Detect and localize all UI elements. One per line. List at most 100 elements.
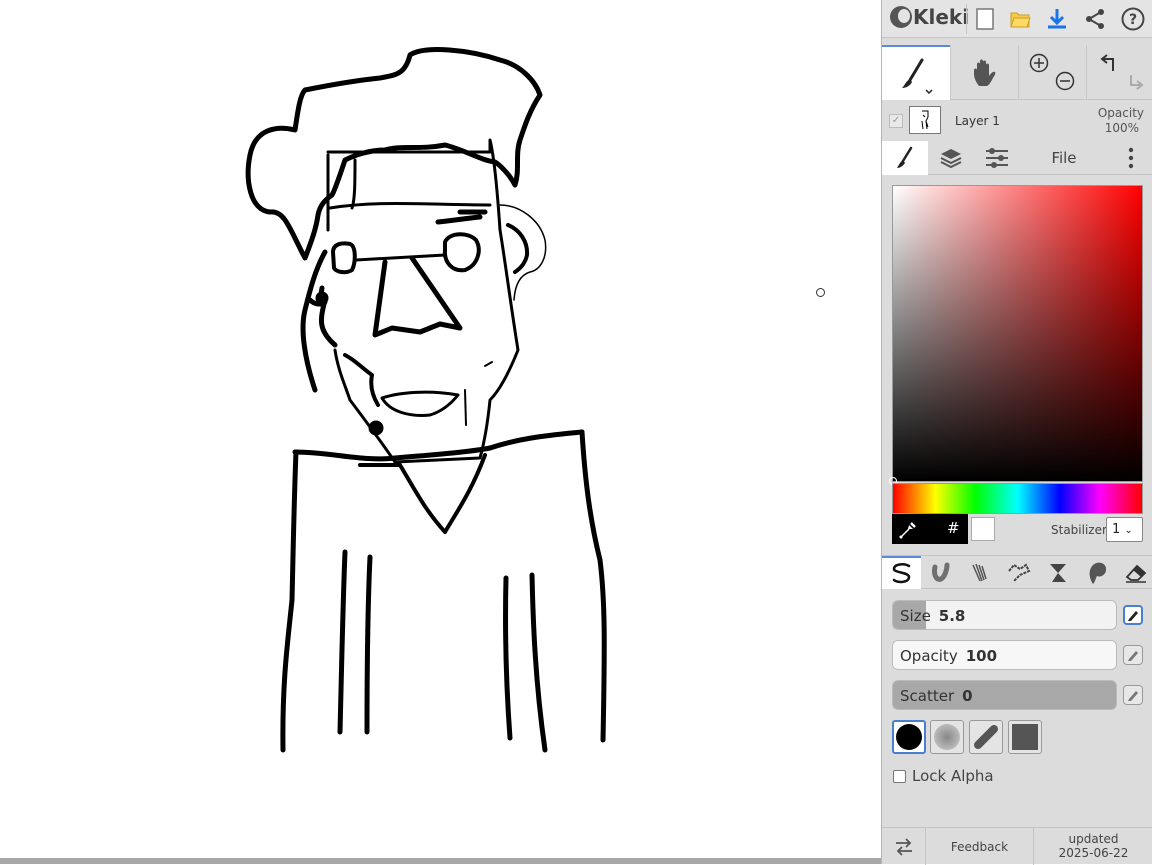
stabilizer-label: Stabilizer bbox=[1051, 523, 1107, 537]
blend-brush-button[interactable] bbox=[921, 556, 960, 589]
feedback-button[interactable]: Feedback bbox=[926, 828, 1034, 865]
scatter-slider[interactable]: Scatter 0 bbox=[892, 680, 1117, 710]
stabilizer-value: 1 bbox=[1112, 522, 1121, 537]
share-button[interactable] bbox=[1082, 6, 1108, 32]
zoom-in-icon[interactable] bbox=[1029, 53, 1049, 73]
stabilizer-select[interactable]: 1 ⌄ bbox=[1106, 517, 1143, 542]
eyedropper-icon[interactable] bbox=[898, 520, 918, 540]
tab-more[interactable] bbox=[1108, 141, 1152, 175]
sketchy-brush-button[interactable] bbox=[960, 556, 999, 589]
square-shape-button[interactable] bbox=[1008, 720, 1042, 754]
top-bar: Kleki ? bbox=[882, 0, 1152, 38]
new-image-button[interactable] bbox=[972, 6, 998, 32]
size-slider[interactable]: Size 5.8 bbox=[892, 600, 1117, 630]
layer-row[interactable]: ✓ Layer 1 Opacity 100% bbox=[882, 101, 1152, 141]
scatter-pressure-toggle[interactable] bbox=[1123, 685, 1143, 705]
open-image-button[interactable] bbox=[1007, 6, 1033, 32]
brush-icon bbox=[897, 146, 913, 168]
updated-info[interactable]: updated 2025-06-22 bbox=[1034, 832, 1152, 860]
pixel-brush-icon bbox=[1007, 563, 1030, 582]
svg-text:?: ? bbox=[1129, 12, 1137, 28]
app-name: Kleki bbox=[913, 5, 970, 29]
eraser-button[interactable] bbox=[1116, 556, 1152, 589]
scatter-label: Scatter bbox=[900, 687, 955, 705]
opacity-pressure-toggle[interactable] bbox=[1123, 645, 1143, 665]
updated-label: updated bbox=[1068, 832, 1119, 846]
share-icon bbox=[1086, 9, 1104, 29]
save-button[interactable] bbox=[1044, 6, 1070, 32]
brush-cursor bbox=[816, 288, 825, 297]
round-hard-shape-button[interactable] bbox=[892, 720, 926, 754]
secondary-color-swatch[interactable] bbox=[971, 517, 995, 541]
hand-tool-tab[interactable] bbox=[950, 45, 1018, 100]
color-row: # Stabilizer 1 ⌄ bbox=[892, 514, 1143, 544]
brush-type-row bbox=[882, 555, 1152, 589]
chemy-brush-icon bbox=[1049, 563, 1066, 582]
layer-thumbnail bbox=[909, 106, 941, 134]
saturation-value-picker[interactable] bbox=[889, 185, 1143, 485]
swap-arrows-icon bbox=[895, 837, 912, 856]
help-icon: ? bbox=[1121, 7, 1145, 31]
open-folder-icon bbox=[1010, 12, 1031, 28]
size-value: 5.8 bbox=[938, 607, 966, 625]
lock-alpha-row[interactable]: Lock Alpha bbox=[893, 767, 994, 785]
opacity-slider-text: Opacity 100 bbox=[900, 647, 997, 665]
size-label: Size bbox=[900, 607, 931, 625]
sketch-drawing bbox=[245, 47, 607, 753]
layer-name: Layer 1 bbox=[955, 114, 1000, 128]
round-hard-icon bbox=[896, 724, 922, 750]
chemy-brush-button[interactable] bbox=[1038, 556, 1077, 589]
brush-tool-tab[interactable] bbox=[882, 45, 950, 100]
redo-icon[interactable] bbox=[1123, 71, 1145, 91]
app-logo[interactable]: Kleki bbox=[890, 5, 969, 29]
primary-color-swatch[interactable]: # bbox=[892, 514, 968, 544]
square-icon bbox=[1012, 724, 1038, 750]
swap-ui-side-button[interactable] bbox=[882, 828, 926, 865]
history-controls bbox=[1086, 45, 1152, 100]
size-pressure-toggle[interactable] bbox=[1123, 605, 1143, 625]
divider bbox=[966, 4, 967, 34]
tab-brush[interactable] bbox=[882, 141, 928, 175]
chisel-shape-button[interactable] bbox=[969, 720, 1003, 754]
pixel-brush-button[interactable] bbox=[999, 556, 1038, 589]
blend-brush-icon bbox=[931, 562, 949, 582]
round-soft-icon bbox=[934, 724, 960, 750]
pen-brush-button[interactable] bbox=[882, 556, 921, 589]
pen-pressure-icon bbox=[1128, 611, 1138, 621]
hand-icon bbox=[973, 59, 995, 86]
more-vertical-icon bbox=[1128, 147, 1133, 169]
round-soft-shape-button[interactable] bbox=[930, 720, 964, 754]
hue-slider[interactable] bbox=[892, 483, 1143, 514]
layers-icon bbox=[940, 149, 962, 169]
smudge-brush-button[interactable] bbox=[1077, 556, 1116, 589]
updated-date: 2025-06-22 bbox=[1058, 846, 1129, 860]
lock-alpha-checkbox[interactable] bbox=[893, 769, 906, 783]
new-image-icon bbox=[976, 8, 994, 30]
undo-icon[interactable] bbox=[1099, 53, 1121, 73]
chevron-down-icon: ⌄ bbox=[1124, 525, 1133, 536]
pen-brush-icon bbox=[892, 562, 910, 583]
brush-icon bbox=[902, 58, 933, 94]
smudge-brush-icon bbox=[1089, 562, 1106, 584]
zoom-out-icon[interactable] bbox=[1055, 71, 1075, 91]
tab-file[interactable]: File bbox=[1020, 141, 1108, 175]
hex-input-button[interactable]: # bbox=[947, 519, 960, 537]
layer-opacity-label: Opacity bbox=[1097, 106, 1144, 120]
kleki-logo-icon bbox=[890, 6, 912, 28]
opacity-slider[interactable]: Opacity 100 bbox=[892, 640, 1117, 670]
help-button[interactable]: ? bbox=[1120, 6, 1146, 32]
drawing-canvas[interactable] bbox=[0, 0, 881, 864]
tool-row bbox=[882, 45, 1152, 100]
lock-alpha-label: Lock Alpha bbox=[912, 767, 994, 785]
scatter-value: 0 bbox=[962, 687, 973, 705]
sketchy-brush-icon bbox=[971, 563, 987, 581]
canvas-scrollbar[interactable] bbox=[0, 858, 881, 864]
tab-adjustments[interactable] bbox=[974, 141, 1020, 175]
layer-visibility-checkbox[interactable]: ✓ bbox=[889, 114, 903, 128]
panel-tabs: File bbox=[882, 141, 1152, 175]
opacity-value: 100 bbox=[965, 647, 998, 665]
tab-layers[interactable] bbox=[928, 141, 974, 175]
size-slider-text: Size 5.8 bbox=[900, 607, 965, 625]
sliders-icon bbox=[986, 148, 1008, 168]
download-icon bbox=[1048, 9, 1066, 29]
